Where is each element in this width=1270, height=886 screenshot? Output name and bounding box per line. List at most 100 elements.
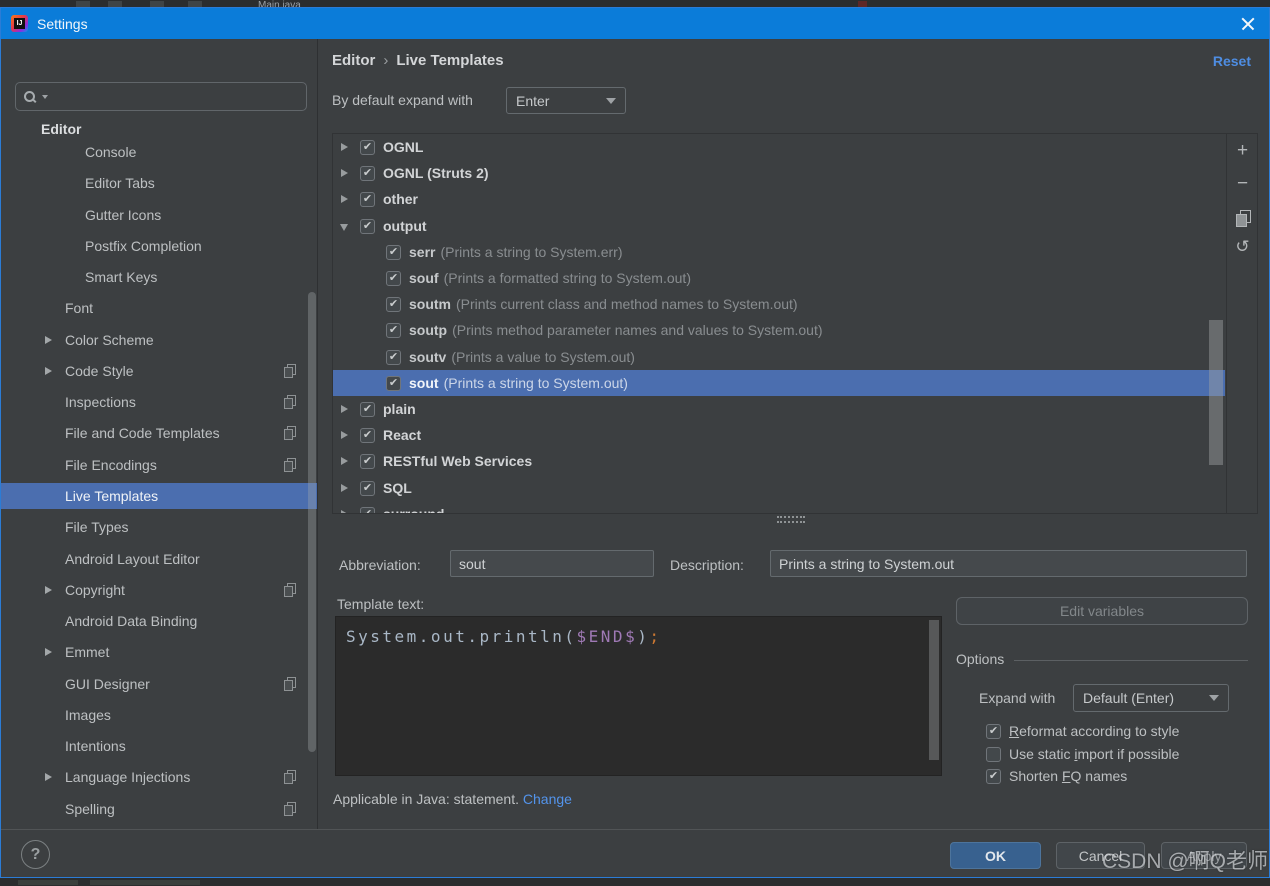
template-checkbox[interactable]	[360, 139, 375, 155]
sidebar-divider	[317, 39, 318, 877]
sidebar-search-box[interactable]	[15, 82, 307, 111]
editor-scrollbar[interactable]	[929, 620, 939, 760]
restore-defaults-icon[interactable]: ↺	[1235, 238, 1249, 255]
template-row-ognl-struts-2[interactable]: OGNL (Struts 2)	[333, 160, 1225, 186]
template-row-sout[interactable]: sout(Prints a string to System.out)	[333, 370, 1225, 396]
expand-arrow-icon[interactable]	[340, 509, 349, 513]
sidebar-item-editor-tabs[interactable]: Editor Tabs	[1, 170, 317, 196]
sidebar-item-spelling[interactable]: Spelling	[1, 796, 317, 822]
template-row-souf[interactable]: souf(Prints a formatted string to System…	[333, 265, 1225, 291]
sidebar-item-gui-designer[interactable]: GUI Designer	[1, 671, 317, 697]
search-caret-icon[interactable]	[42, 94, 48, 99]
expand-arrow-icon[interactable]	[340, 168, 349, 178]
option-checkbox[interactable]	[986, 746, 1001, 762]
template-row-soutm[interactable]: soutm (Prints current class and method na…	[333, 291, 1225, 317]
option-use-static-import-if-possible[interactable]: Use static import if possible	[986, 744, 1179, 764]
expand-arrow-icon[interactable]	[340, 194, 349, 204]
template-row-ognl[interactable]: OGNL	[333, 134, 1225, 160]
template-checkbox[interactable]	[386, 322, 401, 338]
sidebar-scrollbar[interactable]	[308, 292, 316, 752]
template-checkbox[interactable]	[386, 270, 401, 286]
sidebar-item-gutter-icons[interactable]: Gutter Icons	[1, 202, 317, 228]
default-expand-select[interactable]: Enter	[506, 87, 626, 114]
sidebar-item-android-data-binding[interactable]: Android Data Binding	[1, 608, 317, 634]
template-row-react[interactable]: React	[333, 422, 1225, 448]
sidebar-item-font[interactable]: Font	[1, 295, 317, 321]
help-button[interactable]: ?	[21, 840, 50, 869]
template-row-soutv[interactable]: soutv(Prints a value to System.out)	[333, 344, 1225, 370]
sidebar-item-file-encodings[interactable]: File Encodings	[1, 452, 317, 478]
template-row-output[interactable]: output	[333, 213, 1225, 239]
abbreviation-input[interactable]	[450, 550, 654, 577]
template-text-editor[interactable]: System.out.println($END$);	[335, 616, 942, 776]
template-checkbox[interactable]	[360, 506, 375, 513]
change-link[interactable]: Change	[523, 791, 572, 807]
option-reformat-according-to-style[interactable]: Reformat according to style	[986, 721, 1179, 741]
chevron-down-icon	[1209, 695, 1219, 701]
expand-arrow-icon[interactable]	[45, 586, 52, 594]
breadcrumb-editor[interactable]: Editor	[332, 52, 375, 69]
sidebar-item-console[interactable]: Console	[1, 139, 317, 165]
sidebar-item-images[interactable]: Images	[1, 702, 317, 728]
template-checkbox[interactable]	[386, 296, 401, 312]
option-checkbox[interactable]	[986, 768, 1001, 784]
collapse-arrow-icon[interactable]	[340, 222, 349, 231]
description-input[interactable]	[770, 550, 1247, 577]
reset-link[interactable]: Reset	[1213, 53, 1251, 69]
search-input[interactable]	[54, 89, 298, 104]
sidebar-item-inspections[interactable]: Inspections	[1, 389, 317, 415]
template-checkbox[interactable]	[360, 480, 375, 496]
duplicate-icon[interactable]	[1235, 210, 1251, 227]
template-row-surround[interactable]: surround	[333, 501, 1225, 513]
expand-with-select[interactable]: Default (Enter)	[1073, 684, 1229, 712]
sidebar-item-file-and-code-templates[interactable]: File and Code Templates	[1, 420, 317, 446]
close-icon[interactable]	[1239, 15, 1257, 33]
sidebar-item-file-types[interactable]: File Types	[1, 514, 317, 540]
template-row-soutp[interactable]: soutp(Prints method parameter names and …	[333, 317, 1225, 343]
template-checkbox[interactable]	[360, 165, 375, 181]
sidebar-item-android-layout-editor[interactable]: Android Layout Editor	[1, 546, 317, 572]
add-icon[interactable]: +	[1232, 140, 1254, 166]
remove-icon[interactable]: −	[1232, 173, 1254, 199]
sidebar-item-live-templates[interactable]: Live Templates	[1, 483, 317, 509]
expand-arrow-icon[interactable]	[45, 648, 52, 656]
template-row-restful-web-services[interactable]: RESTful Web Services	[333, 448, 1225, 474]
template-tree-scrollbar[interactable]	[1209, 320, 1223, 465]
sidebar-item-intentions[interactable]: Intentions	[1, 733, 317, 759]
breadcrumb-live-templates: Live Templates	[396, 52, 504, 69]
template-checkbox[interactable]	[386, 375, 401, 391]
ide-statusbar-fragment	[90, 880, 200, 885]
template-checkbox[interactable]	[360, 427, 375, 443]
sidebar-item-color-scheme[interactable]: Color Scheme	[1, 327, 317, 353]
option-checkbox[interactable]	[986, 723, 1001, 739]
expand-arrow-icon[interactable]	[45, 336, 52, 344]
expand-arrow-icon[interactable]	[340, 483, 349, 493]
expand-arrow-icon[interactable]	[340, 430, 349, 440]
expand-arrow-icon[interactable]	[340, 142, 349, 152]
sidebar-item-postfix-completion[interactable]: Postfix Completion	[1, 233, 317, 259]
expand-arrow-icon[interactable]	[45, 367, 52, 375]
ok-button[interactable]: OK	[950, 842, 1041, 869]
sidebar-item-code-style[interactable]: Code Style	[1, 358, 317, 384]
template-row-plain[interactable]: plain	[333, 396, 1225, 422]
template-row-sql[interactable]: SQL	[333, 475, 1225, 501]
expand-arrow-icon[interactable]	[340, 404, 349, 414]
template-checkbox[interactable]	[360, 191, 375, 207]
template-row-other[interactable]: other	[333, 186, 1225, 212]
expand-arrow-icon[interactable]	[340, 456, 349, 466]
template-checkbox[interactable]	[360, 453, 375, 469]
sidebar-item-smart-keys[interactable]: Smart Keys	[1, 264, 317, 290]
sidebar-item-emmet[interactable]: Emmet	[1, 639, 317, 665]
template-checkbox[interactable]	[386, 349, 401, 365]
template-checkbox[interactable]	[360, 218, 375, 234]
expand-arrow-icon[interactable]	[45, 773, 52, 781]
edit-variables-button[interactable]: Edit variables	[956, 597, 1248, 625]
template-checkbox[interactable]	[386, 244, 401, 260]
template-row-serr[interactable]: serr(Prints a string to System.err)	[333, 239, 1225, 265]
template-checkbox[interactable]	[360, 401, 375, 417]
option-shorten-fq-names[interactable]: Shorten FQ names	[986, 766, 1127, 786]
sidebar-group-editor[interactable]: Editor	[41, 121, 81, 137]
splitter-grip[interactable]	[777, 516, 805, 523]
sidebar-item-language-injections[interactable]: Language Injections	[1, 764, 317, 790]
sidebar-item-copyright[interactable]: Copyright	[1, 577, 317, 603]
